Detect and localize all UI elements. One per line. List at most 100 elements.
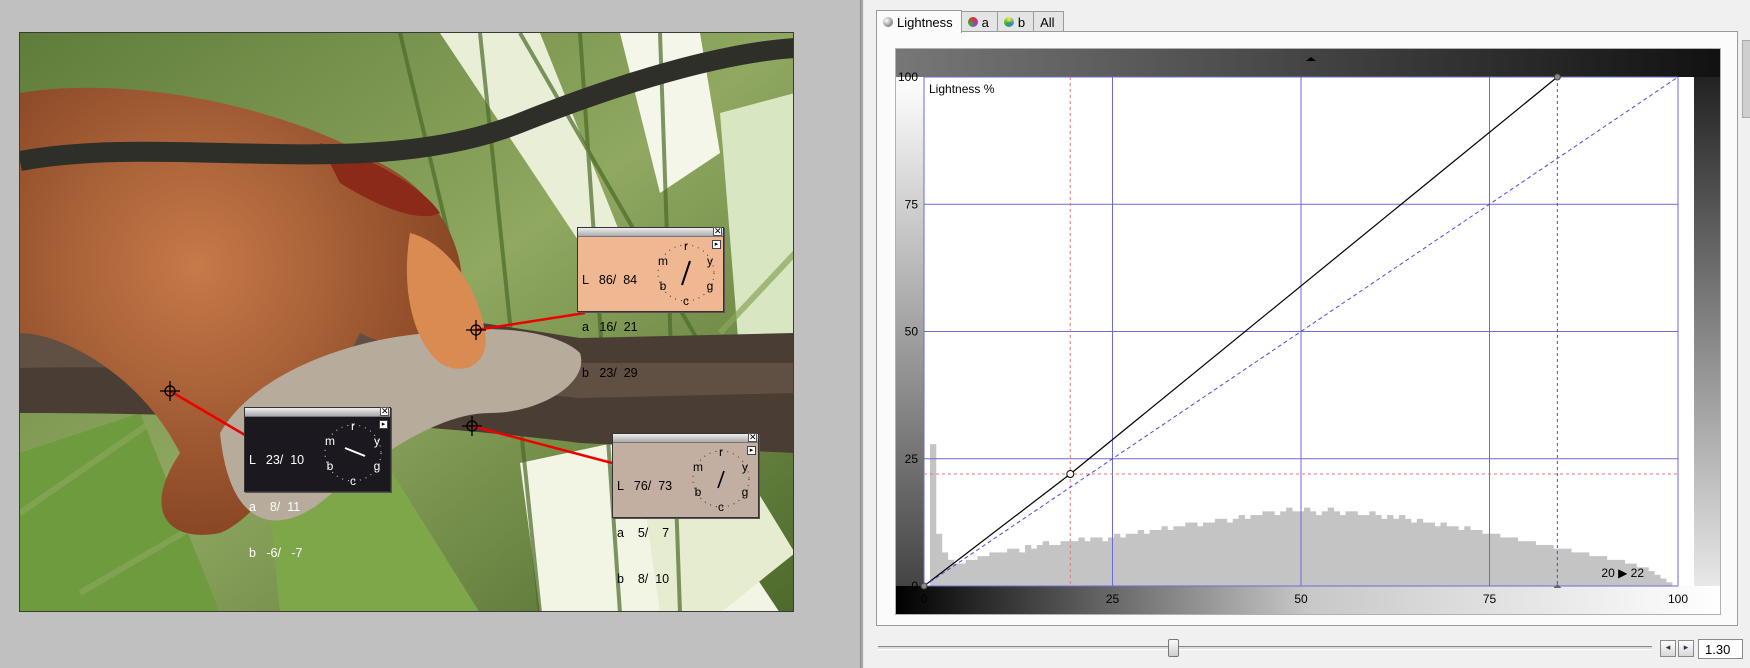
increase-arrow-icon[interactable]: ▸ — [1678, 640, 1694, 657]
histogram-bar — [1024, 544, 1032, 586]
histogram-bar — [1013, 548, 1020, 586]
histogram-bar — [1179, 526, 1186, 586]
probe-lab-values: L 23/ 10 a 8/ 11 b -6/ -7 — [249, 422, 304, 593]
clock-label: b — [660, 279, 667, 293]
histogram-bar — [1220, 518, 1228, 586]
black-point-handle[interactable] — [920, 582, 928, 590]
histogram-bar — [1309, 511, 1317, 586]
probe-titlebar[interactable]: ✕ — [245, 407, 390, 417]
histogram-bar — [1262, 511, 1269, 586]
histogram-bar — [935, 533, 943, 586]
color-probe-fur[interactable]: ✕ ▸ L 76/ 73 a 5/ 7 b 8/ 10 r y g c b m — [612, 433, 759, 586]
clock-label: g — [707, 279, 714, 293]
histogram-bar — [1559, 548, 1566, 586]
histogram-bar — [1583, 552, 1590, 586]
clock-label: r — [351, 419, 355, 433]
zoom-value-field[interactable]: 1.30 — [1698, 639, 1743, 659]
color-probe-nose[interactable]: ✕ ▸ L 86/ 84 a 16/ 21 b 23/ 29 r y g c b… — [577, 227, 724, 380]
histogram-bar — [1315, 515, 1323, 586]
y-tick-label: 50 — [905, 325, 919, 339]
histogram-bar — [1250, 515, 1257, 586]
histogram-bar — [1363, 515, 1370, 586]
histogram-bar — [1030, 548, 1038, 586]
clock-label: g — [742, 485, 749, 499]
histogram-bar — [1214, 518, 1222, 586]
probe-titlebar[interactable]: ✕ — [578, 227, 723, 237]
histogram-bar — [989, 552, 996, 586]
clock-label: c — [683, 294, 689, 308]
tab-b[interactable]: b — [996, 11, 1035, 32]
histogram-bar — [1173, 526, 1180, 586]
zoom-slider[interactable] — [878, 636, 1664, 660]
histogram-bar — [1351, 511, 1358, 586]
clock-label: m — [658, 254, 668, 268]
histogram-bar — [1511, 537, 1519, 586]
slider-track[interactable] — [878, 646, 1652, 650]
hue-clock-icon: r y g c b m — [692, 445, 750, 514]
probe-l-value: L 76/ 73 — [617, 479, 673, 493]
histogram-bar — [1387, 515, 1394, 586]
histogram-bar — [1072, 541, 1079, 586]
clock-label: y — [707, 254, 713, 268]
histogram-bar — [1185, 522, 1192, 586]
lightness-curve-chart[interactable]: 0 25 50 75 100 0 25 50 75 100 Lightness % 20 ▶ 22 — [896, 49, 1721, 615]
histogram-bar — [1381, 518, 1388, 586]
photo-canvas[interactable]: ✕ ▸ L 86/ 84 a 16/ 21 b 23/ 29 r y g c b… — [19, 32, 794, 612]
tab-lightness[interactable]: Lightness — [876, 10, 962, 33]
histogram-bar — [1084, 541, 1091, 586]
tab-all[interactable]: All — [1033, 11, 1064, 32]
histogram-bar — [1458, 530, 1465, 586]
histogram-bar — [1476, 530, 1483, 586]
hue-clock-icon: r y g c b m — [657, 239, 715, 308]
histogram-bar — [1119, 537, 1127, 586]
histogram-bar — [1499, 537, 1507, 586]
x-tick-label: 75 — [1483, 592, 1497, 606]
histogram-bar — [1529, 541, 1536, 586]
vertical-scrollbar-thumb[interactable] — [1742, 40, 1750, 118]
histogram-bar — [965, 559, 972, 586]
histogram-bar — [1440, 522, 1447, 586]
histogram-bar — [1428, 522, 1435, 586]
probe-lab-values: L 86/ 84 a 16/ 21 b 23/ 29 — [582, 242, 638, 413]
clock-label: y — [742, 460, 748, 474]
curve-control-point[interactable] — [1066, 470, 1075, 479]
probe-l-value: L 23/ 10 — [249, 453, 305, 467]
histogram-bar — [1470, 530, 1477, 586]
histogram-bar — [1167, 530, 1174, 586]
histogram-bar — [1393, 518, 1400, 586]
histogram-bar — [1066, 541, 1073, 586]
histogram-bar — [1416, 518, 1424, 586]
curve-title: Lightness % — [929, 82, 995, 96]
histogram-bar — [1244, 518, 1251, 586]
histogram-bar — [1660, 578, 1667, 586]
histogram-bar — [1018, 552, 1026, 586]
close-icon[interactable]: ✕ — [713, 227, 722, 237]
histogram-bar — [1345, 511, 1352, 586]
histogram-bar — [1357, 515, 1364, 586]
clock-label: y — [374, 434, 380, 448]
lightness-sphere-icon — [883, 17, 893, 27]
histogram-bar — [1321, 511, 1329, 586]
histogram-bar — [1541, 544, 1548, 586]
histogram-bar — [1654, 574, 1661, 586]
histogram-bar — [959, 563, 966, 586]
curve-editor[interactable]: 0 25 50 75 100 0 25 50 75 100 Lightness % 20 ▶ 22 — [895, 48, 1721, 615]
slider-thumb[interactable] — [1167, 639, 1179, 657]
clock-label: c — [350, 474, 356, 488]
close-icon[interactable]: ✕ — [380, 407, 389, 417]
close-icon[interactable]: ✕ — [748, 433, 757, 443]
clock-label: m — [325, 434, 335, 448]
histogram-bar — [1125, 533, 1133, 586]
decrease-arrow-icon[interactable]: ◂ — [1660, 640, 1676, 657]
histogram-bar — [1517, 541, 1525, 586]
histogram-bar — [1197, 526, 1204, 586]
color-probe-branch[interactable]: ✕ ▸ L 23/ 10 a 8/ 11 b -6/ -7 r y g c b … — [244, 407, 391, 560]
probe-titlebar[interactable]: ✕ — [613, 433, 758, 443]
white-point-handle[interactable] — [1553, 73, 1561, 81]
histogram-bar — [1547, 544, 1554, 586]
b-channel-sphere-icon — [1003, 17, 1014, 27]
input-gradient-bar — [896, 586, 1720, 614]
monkey-photo — [20, 33, 793, 611]
probe-b-value: b 8/ 10 — [617, 572, 670, 586]
tab-a[interactable]: a — [960, 11, 998, 32]
